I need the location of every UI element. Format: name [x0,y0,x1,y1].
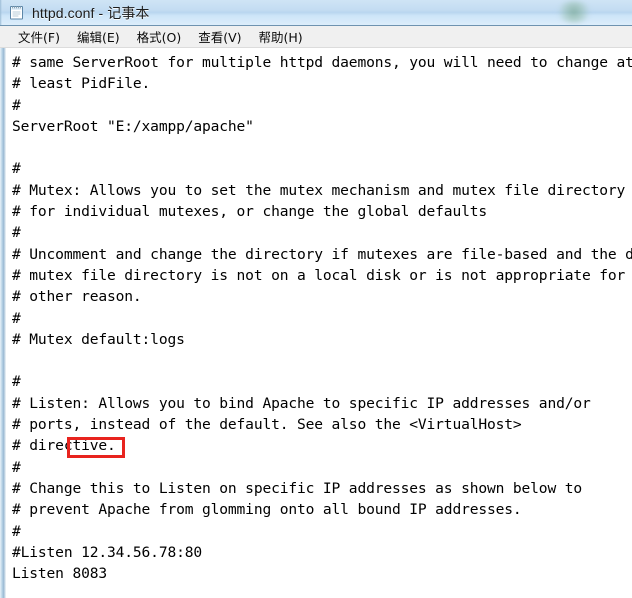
code-line: # [12,160,21,178]
title-bar: httpd.conf - 记事本 [0,0,632,26]
code-line: Listen 8083 [12,565,107,583]
window-title: httpd.conf - 记事本 [32,4,150,21]
code-line: # least PidFile. [12,75,151,93]
code-line: # Uncomment and change the directory if … [12,245,632,263]
code-line: # [12,522,21,540]
code-line: # [12,373,21,391]
menu-edit[interactable]: 编辑(E) [69,25,129,48]
code-line: # same ServerRoot for multiple httpd dae… [12,54,632,71]
menu-view[interactable]: 查看(V) [190,25,250,48]
code-line: # prevent Apache from glomming onto all … [12,501,522,519]
code-line: # [12,309,21,327]
config-file-text[interactable]: # same ServerRoot for multiple httpd dae… [8,48,632,598]
notepad-icon [8,4,25,21]
code-line: # mutex file directory is not on a local… [12,266,632,284]
code-line: # [12,458,21,476]
code-line: # ports, instead of the default. See als… [12,416,522,434]
code-line: # for individual mutexes, or change the … [12,203,487,221]
menu-help[interactable]: 帮助(H) [251,25,312,48]
code-line: # directive. [12,437,116,455]
code-line: #Listen 12.34.56.78:80 [12,543,202,561]
code-line: # Listen: Allows you to bind Apache to s… [12,394,591,412]
text-editor-area[interactable]: # same ServerRoot for multiple httpd dae… [8,48,632,598]
code-line: ServerRoot "E:/xampp/apache" [12,117,254,135]
code-line: # [12,224,21,242]
notepad-window: httpd.conf - 记事本 文件(F) 编辑(E) 格式(O) 查看(V)… [0,0,632,598]
code-line: # other reason. [12,288,142,306]
titlebar-artifact [556,1,592,23]
menu-bar: 文件(F) 编辑(E) 格式(O) 查看(V) 帮助(H) [0,26,632,48]
code-line: # Change this to Listen on specific IP a… [12,479,582,497]
code-line: # Mutex default:logs [12,330,185,348]
menu-format[interactable]: 格式(O) [129,25,191,48]
code-line: # [12,96,21,114]
menu-file[interactable]: 文件(F) [10,25,69,48]
code-line: # Mutex: Allows you to set the mutex mec… [12,181,626,199]
